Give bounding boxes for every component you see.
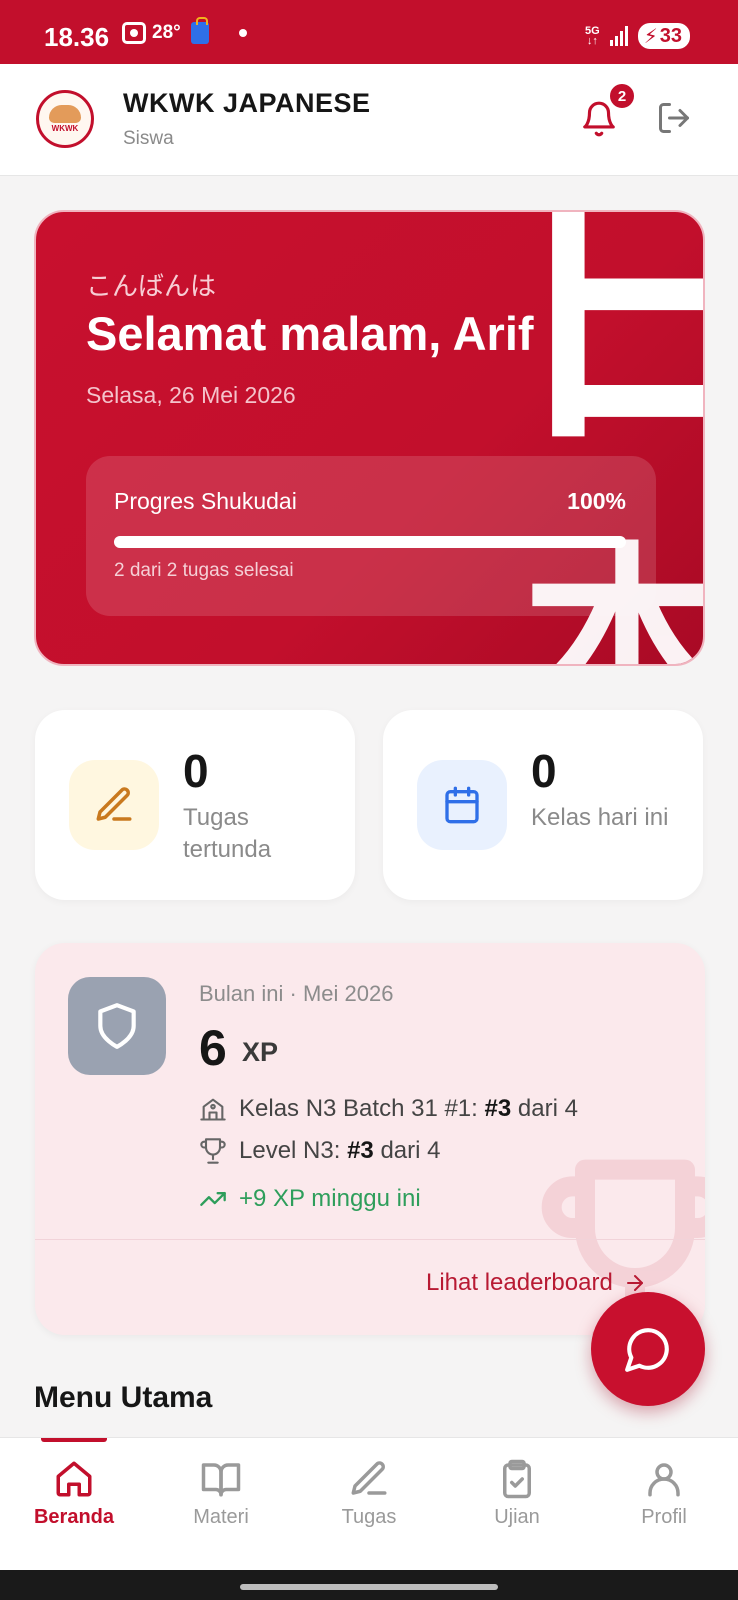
- logout-icon[interactable]: [656, 100, 692, 136]
- greeting-hero-card: 日 本 こんばんは Selamat malam, Arif Selasa, 26…: [34, 210, 705, 666]
- level-rank-row: Level N3: #3 dari 4: [199, 1137, 440, 1165]
- nav-label-beranda: Beranda: [33, 1506, 115, 1528]
- app-header: WKWK WKWK JAPANESE Siswa 2: [0, 64, 738, 176]
- nav-item-materi[interactable]: Materi: [147, 1438, 295, 1548]
- book-icon: [201, 1463, 241, 1497]
- calendar-icon: [417, 760, 507, 850]
- home-gesture-handle[interactable]: [240, 1584, 498, 1590]
- nav-item-ujian[interactable]: Ujian: [443, 1438, 591, 1548]
- progress-label: Progres Shukudai: [114, 488, 297, 514]
- screenshot-icon: [122, 22, 146, 44]
- battery-indicator: ⚡ 33: [637, 23, 690, 49]
- network-type: 5G ↓↑: [585, 25, 600, 47]
- hero-kanji-top: 日: [504, 212, 703, 458]
- status-temperature: 28°: [152, 22, 181, 43]
- class-rank-label: Kelas N3 Batch 31 #1:: [239, 1095, 478, 1122]
- level-rank-label: Level N3:: [239, 1137, 341, 1164]
- app-logo: WKWK: [36, 90, 94, 148]
- classes-today-count: 0: [531, 745, 557, 797]
- xp-summary-card: Bulan ini · Mei 2026 6 XP Kelas N3 Batch…: [35, 943, 705, 1335]
- nav-label-profil: Profil: [641, 1506, 687, 1528]
- progress-note: 2 dari 2 tugas selesai: [114, 560, 294, 581]
- chat-bubble-icon: [625, 1328, 669, 1372]
- level-rank-value: #3: [347, 1137, 374, 1164]
- pencil-icon: [69, 760, 159, 850]
- xp-unit: XP: [242, 1037, 279, 1067]
- user-icon: [648, 1463, 680, 1497]
- battery-level: 33: [659, 24, 682, 47]
- pending-tasks-count: 0: [183, 745, 209, 797]
- class-rank-value: #3: [484, 1095, 512, 1122]
- nav-label-ujian: Ujian: [494, 1506, 540, 1528]
- leaderboard-link[interactable]: Lihat leaderboard: [426, 1269, 647, 1297]
- classes-today-label: Kelas hari ini: [531, 804, 669, 831]
- nav-label-tugas: Tugas: [341, 1506, 397, 1528]
- class-rank-row: Kelas N3 Batch 31 #1: #3 dari 4: [199, 1095, 578, 1123]
- xp-value: 6: [199, 1020, 227, 1076]
- nav-label-materi: Materi: [193, 1506, 249, 1528]
- progress-bar-fill: [114, 536, 626, 548]
- pending-tasks-card[interactable]: 0 Tugas tertunda: [35, 710, 355, 900]
- xp-divider: [35, 1239, 705, 1240]
- nav-item-beranda[interactable]: Beranda: [0, 1438, 148, 1548]
- school-icon: [200, 1098, 226, 1121]
- greeting-text: Selamat malam, Arif: [86, 307, 534, 360]
- home-icon: [56, 1461, 92, 1497]
- status-bar: 18.36 28° 5G ↓↑ ⚡ 33: [0, 0, 738, 64]
- status-left-icons: 28°: [122, 17, 247, 44]
- system-navigation-bar: [0, 1570, 738, 1600]
- pencil-icon: [351, 1461, 387, 1495]
- rank-shield-icon: [68, 977, 166, 1075]
- trending-up-icon: [200, 1192, 226, 1206]
- status-right-icons: 5G ↓↑ ⚡ 33: [585, 23, 690, 49]
- class-rank-total: dari 4: [517, 1095, 578, 1122]
- status-time: 18.36: [44, 22, 110, 52]
- bottom-navigation: Beranda Materi Tugas Ujian Profil: [0, 1437, 738, 1570]
- progress-percent: 100%: [567, 488, 626, 514]
- homework-progress-card: Progres Shukudai 100% 2 dari 2 tugas sel…: [86, 456, 656, 616]
- charging-icon: ⚡: [643, 25, 658, 48]
- greeting-japanese: こんばんは: [86, 272, 217, 302]
- app-title: WKWK JAPANESE: [123, 88, 371, 118]
- user-role: Siswa: [123, 128, 174, 149]
- chat-button[interactable]: [591, 1292, 705, 1406]
- xp-period: Bulan ini · Mei 2026: [199, 981, 394, 1006]
- logo-mascot-icon: [49, 105, 81, 123]
- notification-badge: 2: [608, 82, 636, 110]
- pending-tasks-label: Tugas tertunda: [183, 804, 272, 863]
- nav-item-profil[interactable]: Profil: [590, 1438, 738, 1548]
- logo-text: WKWK: [51, 124, 79, 133]
- trophy-icon: [200, 1138, 226, 1164]
- clipboard-check-icon: [503, 1459, 531, 1499]
- nav-item-tugas[interactable]: Tugas: [295, 1438, 443, 1548]
- leaderboard-link-label: Lihat leaderboard: [426, 1269, 613, 1296]
- section-title-main-menu: Menu Utama: [34, 1381, 213, 1414]
- classes-today-card[interactable]: 0 Kelas hari ini: [383, 710, 703, 900]
- current-date: Selasa, 26 Mei 2026: [86, 382, 296, 408]
- weekly-xp-row: +9 XP minggu ini: [199, 1185, 421, 1213]
- notification-dot-icon: [238, 29, 247, 37]
- shopping-bag-icon: [190, 17, 209, 44]
- weekly-xp: +9 XP minggu ini: [239, 1185, 421, 1212]
- progress-bar: [114, 536, 626, 548]
- signal-icon: [609, 26, 628, 46]
- level-rank-total: dari 4: [380, 1137, 441, 1164]
